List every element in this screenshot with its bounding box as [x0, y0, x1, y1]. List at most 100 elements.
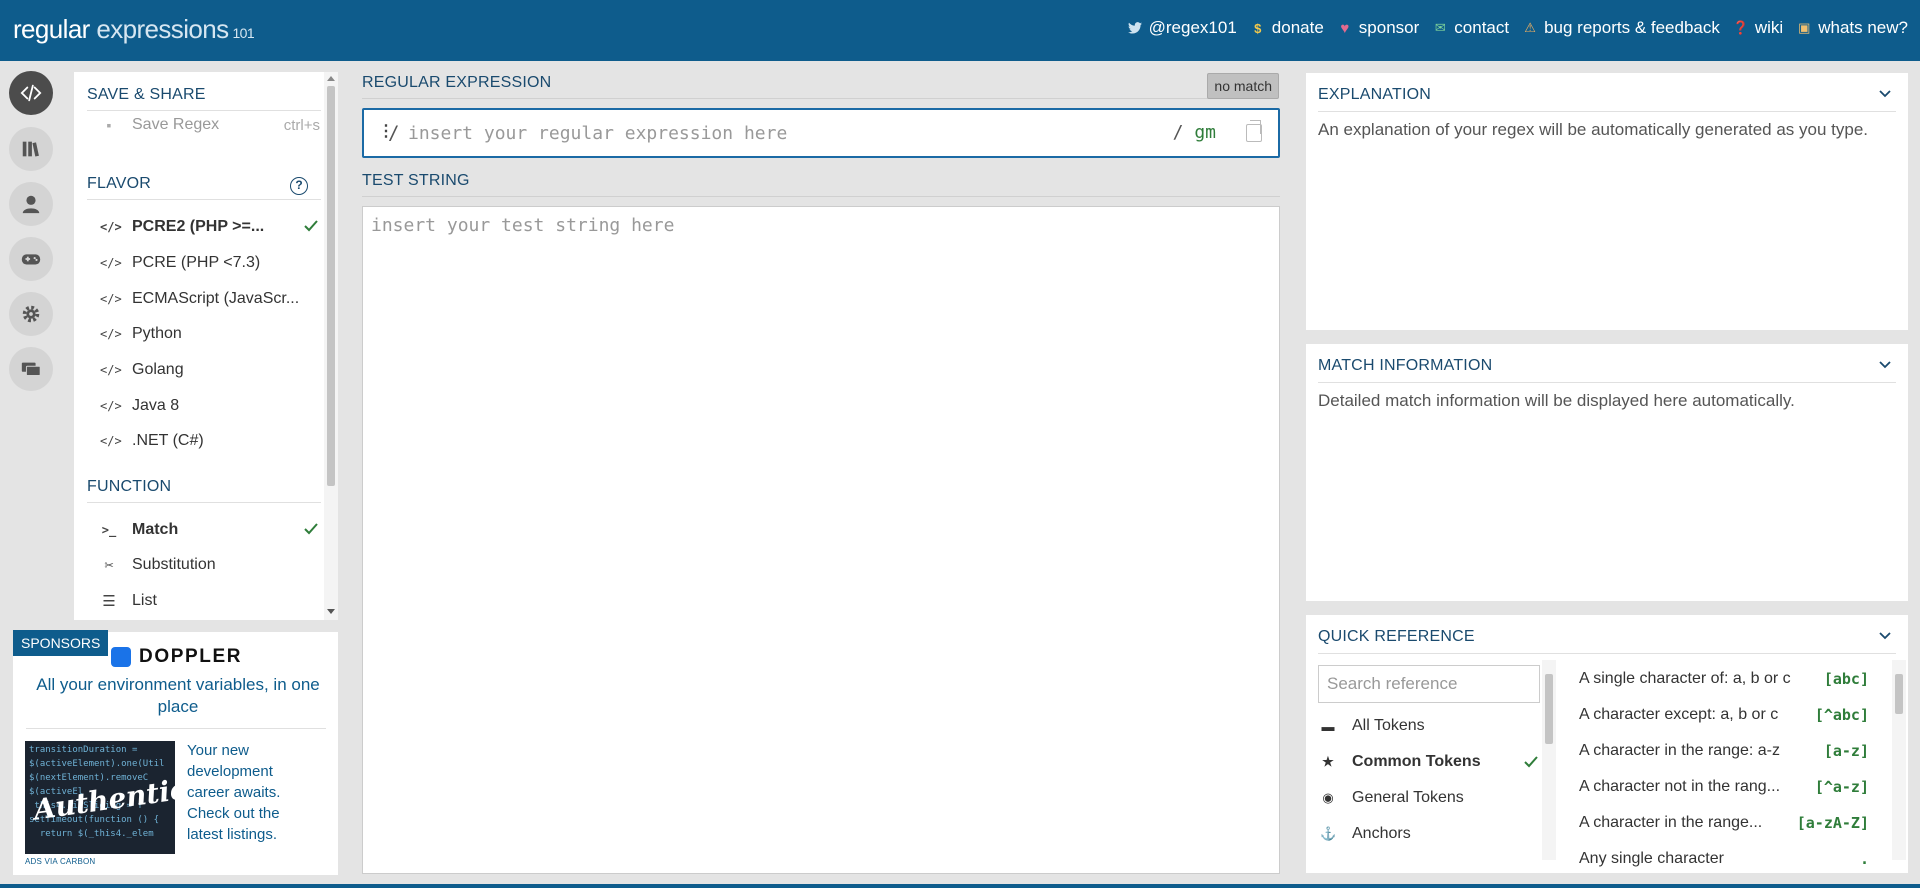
category-scrollbar[interactable]	[1542, 660, 1556, 860]
match-status-badge: no match	[1207, 73, 1279, 99]
heart-icon: ♥	[1340, 19, 1350, 37]
top-nav: @regex101 $ donate ♥ sponsor ✉ contact ⚠…	[1114, 18, 1908, 38]
save-regex-label: Save Regex	[132, 116, 220, 133]
save-regex-button[interactable]: ▪ Save Regex ctrl+s	[100, 113, 320, 137]
gamepad-icon	[21, 254, 41, 265]
library-icon	[22, 141, 39, 157]
category-common-tokens[interactable]: ★ Common Tokens	[1320, 748, 1540, 776]
token-row[interactable]: A character in the range: a-z [a-z]	[1579, 736, 1869, 766]
nav-twitter-label: @regex101	[1148, 18, 1237, 37]
settings-icon	[22, 305, 40, 323]
logo-version: 101	[232, 25, 255, 41]
nav-donate[interactable]: $ donate	[1251, 18, 1324, 38]
nav-contact-label: contact	[1454, 18, 1510, 37]
ads-via-carbon[interactable]: ADS VIA CARBON	[25, 857, 95, 866]
flavor-label: Golang	[132, 361, 184, 378]
function-match[interactable]: >_ Match	[100, 517, 320, 543]
chat-icon	[21, 362, 41, 376]
explanation-title: EXPLANATION	[1318, 86, 1432, 103]
explanation-panel: EXPLANATION An explanation of your regex…	[1306, 73, 1908, 330]
site-logo[interactable]: regular expressions 101	[13, 14, 255, 45]
carbon-ad-image[interactable]: transitionDuration = $(activeElement).on…	[25, 741, 175, 854]
rail-library-button[interactable]	[9, 127, 53, 171]
match-info-title: MATCH INFORMATION	[1318, 357, 1493, 374]
flavor-pcre2[interactable]: </> PCRE2 (PHP >=...	[100, 214, 320, 240]
function-substitution[interactable]: ✂ Substitution	[100, 552, 320, 578]
category-label: Anchors	[1352, 825, 1411, 842]
flavor-pcre[interactable]: </> PCRE (PHP <7.3)	[100, 250, 320, 276]
chevron-down-icon[interactable]	[1878, 87, 1892, 101]
token-row[interactable]: A character except: a, b or c [^abc]	[1579, 700, 1869, 730]
divider	[26, 728, 326, 729]
token-syntax: .	[1859, 850, 1869, 868]
nav-whats-new[interactable]: ▣ whats new?	[1797, 18, 1908, 38]
scroll-thumb[interactable]	[1895, 674, 1903, 714]
nav-twitter[interactable]: @regex101	[1127, 18, 1237, 38]
token-syntax: [a-z]	[1823, 742, 1869, 760]
token-description: Any single character	[1579, 850, 1724, 867]
test-string-input[interactable]	[371, 215, 1261, 855]
chevron-down-icon[interactable]	[1878, 358, 1892, 372]
doppler-logo[interactable]: DOPPLER	[111, 646, 242, 668]
explanation-body: An explanation of your regex will be aut…	[1318, 120, 1868, 139]
scroll-thumb[interactable]	[327, 86, 335, 486]
scissors-icon: ✂	[104, 556, 114, 574]
flavor-java[interactable]: </> Java 8	[100, 393, 320, 419]
reference-search-input[interactable]	[1319, 666, 1539, 702]
rail-account-button[interactable]	[9, 182, 53, 226]
nav-contact[interactable]: ✉ contact	[1433, 18, 1509, 38]
flavor-help-icon[interactable]: ?	[290, 177, 308, 195]
rail-settings-button[interactable]	[9, 292, 53, 336]
sponsor-tagline[interactable]: All your environment variables, in one p…	[33, 674, 323, 718]
nav-sponsor[interactable]: ♥ sponsor	[1338, 18, 1419, 38]
left-sidebar: SAVE & SHARE ▪ Save Regex ctrl+s FLAVOR …	[74, 72, 338, 620]
flavor-dotnet[interactable]: </> .NET (C#)	[100, 428, 320, 454]
category-label: General Tokens	[1352, 789, 1464, 806]
flavor-label: .NET (C#)	[132, 432, 204, 449]
doppler-brand: DOPPLER	[139, 646, 243, 667]
nav-wiki[interactable]: ❓ wiki	[1733, 18, 1783, 38]
rail-quiz-button[interactable]	[9, 237, 53, 281]
token-row[interactable]: A single character of: a, b or c [abc]	[1579, 664, 1869, 694]
flavor-label: PCRE (PHP <7.3)	[132, 254, 261, 271]
nav-bug-reports[interactable]: ⚠ bug reports & feedback	[1523, 18, 1720, 38]
regex-flags[interactable]: / gm	[1173, 122, 1216, 143]
chevron-down-icon[interactable]	[1878, 629, 1892, 643]
category-anchors[interactable]: ⚓ Anchors	[1320, 820, 1540, 848]
nav-sponsor-label: sponsor	[1358, 18, 1420, 37]
scroll-thumb[interactable]	[1545, 674, 1553, 744]
terminal-icon: >_	[101, 523, 117, 537]
rail-community-button[interactable]	[9, 347, 53, 391]
flavor-ecmascript[interactable]: </> ECMAScript (JavaScr...	[100, 286, 320, 312]
test-string-title: TEST STRING	[362, 172, 470, 189]
scroll-down-icon[interactable]	[327, 609, 335, 614]
regex-input[interactable]	[408, 120, 1168, 146]
token-syntax: [abc]	[1823, 670, 1869, 688]
regex-delimiter: /	[388, 122, 400, 144]
scroll-up-icon[interactable]	[327, 76, 335, 81]
flavor-python[interactable]: </> Python	[100, 321, 320, 347]
sponsors-panel: SPONSORS DOPPLER All your environment va…	[13, 630, 338, 875]
token-description: A character except: a, b or c	[1579, 706, 1779, 723]
token-row[interactable]: A character in the range... [a-zA-Z]	[1579, 808, 1869, 838]
flavor-label: Python	[132, 325, 182, 342]
flavor-golang[interactable]: </> Golang	[100, 357, 320, 383]
copy-icon[interactable]	[1246, 120, 1262, 142]
category-all-tokens[interactable]: ▬ All Tokens	[1320, 712, 1540, 740]
token-scrollbar[interactable]	[1892, 660, 1906, 860]
list-icon: ☰	[102, 592, 116, 610]
token-row[interactable]: Any single character .	[1579, 844, 1869, 873]
sidebar-scrollbar[interactable]	[324, 72, 338, 620]
flags-delimiter: /	[1172, 122, 1195, 143]
rail-editor-button[interactable]	[9, 71, 53, 115]
token-syntax: [^abc]	[1814, 706, 1869, 724]
token-description: A character in the range: a-z	[1579, 742, 1780, 759]
carbon-ad-text[interactable]: Your new development career awaits. Chec…	[187, 740, 297, 845]
divider	[1318, 111, 1896, 112]
category-general-tokens[interactable]: ◉ General Tokens	[1320, 784, 1540, 812]
match-info-panel: MATCH INFORMATION Detailed match informa…	[1306, 344, 1908, 601]
function-list[interactable]: ☰ List	[100, 588, 320, 614]
flavor-label: Java 8	[132, 397, 180, 414]
token-description: A character not in the rang...	[1579, 778, 1781, 795]
token-row[interactable]: A character not in the rang... [^a-z]	[1579, 772, 1869, 802]
